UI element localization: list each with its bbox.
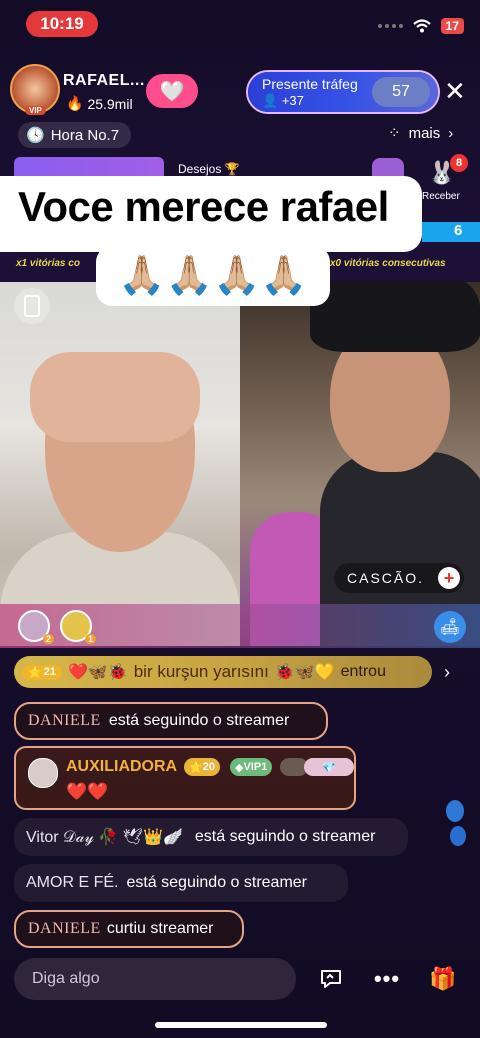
chat-user: AMOR E FÉ.	[26, 874, 119, 891]
diamond-icon: 💎	[304, 758, 354, 776]
vip-badge: VIP	[25, 106, 46, 115]
guest-avatar-2[interactable]: 1	[60, 610, 96, 644]
viewer-icon: 👤	[262, 93, 282, 108]
caption-text: Voce merece rafael	[18, 183, 389, 230]
grid-dots-icon: ⁘	[388, 125, 401, 142]
host-fans: 🔥 25.9mil	[66, 95, 133, 112]
video-left-host[interactable]	[0, 282, 240, 646]
follow-button[interactable]: 🤍	[146, 74, 198, 108]
comment-input[interactable]: Diga algo	[14, 958, 296, 1000]
flame-icon: 🔥	[66, 95, 84, 111]
traffic-title: Presente tráfeg	[262, 76, 358, 92]
chevron-right-icon: ›	[448, 124, 454, 142]
cellular-icon	[377, 24, 403, 28]
status-time: 10:19	[26, 11, 98, 37]
entry-banner[interactable]: ⭐ 21 ❤️🦋🐞 bir kurşun yarısını 🐞🦋💛 entrou	[14, 656, 432, 688]
gift-icon[interactable]: 🎁	[424, 960, 462, 998]
close-icon[interactable]: ✕	[444, 76, 466, 107]
receber-badge: 8	[450, 154, 468, 172]
chat-text: está seguindo o streamer	[194, 828, 376, 845]
balloon-icon	[450, 826, 466, 846]
vip-icon: ◆	[235, 761, 244, 774]
wins-right: x0 vitórias consecutivas	[330, 258, 446, 269]
screen-toggle-button[interactable]	[14, 288, 50, 324]
wins-left: x1 vitórias co	[16, 258, 80, 269]
home-indicator[interactable]	[155, 1022, 327, 1028]
chat-user: Vitor 𝒟𝒶𝓎 🥀 🕊👑🪽	[26, 829, 183, 846]
wifi-icon	[412, 19, 431, 33]
chat-message-1[interactable]: DANIELE está seguindo o streamer	[14, 702, 328, 740]
share-icon[interactable]	[312, 960, 350, 998]
chat-text: está seguindo o streamer	[126, 874, 307, 891]
chat-user: DANIELE	[28, 920, 101, 937]
battery-indicator: 17	[440, 18, 464, 34]
status-icons: 17	[377, 18, 464, 34]
crown-icon: ⭐	[28, 666, 42, 679]
traffic-delta: 👤 +37	[262, 93, 304, 108]
opponent-tag[interactable]: CASCÃO. +	[334, 563, 464, 593]
chat-message-2[interactable]: AUXILIADORA ⭐ 20 ◆ VIP1 💎 ❤️❤️	[14, 746, 356, 810]
more-label: mais	[408, 124, 441, 142]
star-icon: ⭐	[189, 761, 203, 774]
chat-user: DANIELE	[28, 712, 101, 729]
opponent-name: CASCÃO.	[347, 570, 425, 586]
guest-badge-2: 1	[84, 634, 96, 644]
entry-emoji-after: 🐞🦋💛	[274, 664, 335, 681]
chat-hearts: ❤️❤️	[66, 782, 109, 801]
chevron-right-icon[interactable]: ›	[444, 662, 450, 683]
desejos-label[interactable]: Desejos 🏆	[178, 162, 240, 176]
chat-text: está seguindo o streamer	[108, 712, 290, 729]
pk-right-score: 6	[454, 222, 463, 239]
pk-score-bar	[422, 222, 480, 242]
level-chip: ⭐ 20	[184, 758, 220, 776]
gift-traffic-panel[interactable]: Presente tráfeg 👤 +37 57	[248, 72, 438, 112]
host-name[interactable]: RAFAEL...	[63, 72, 145, 90]
receber-label: Receber	[422, 191, 460, 202]
guest-badge-1: 2	[42, 634, 54, 644]
clock-icon: 🕓	[26, 127, 45, 144]
chat-message-4[interactable]: AMOR E FÉ. está seguindo o streamer	[14, 864, 348, 902]
host-avatar[interactable]: VIP	[10, 64, 60, 115]
balloon-icon	[446, 800, 464, 822]
phone-icon	[24, 295, 40, 317]
chat-text: curtiu streamer	[106, 920, 214, 937]
caption-emoji: 🙏🏼🙏🏼🙏🏼🙏🏼	[96, 246, 330, 306]
entry-suffix: entrou	[340, 663, 386, 680]
guest-avatar-1[interactable]: 2	[18, 610, 54, 644]
entry-user-name: bir kurşun yarısını	[133, 662, 269, 681]
entry-level-badge: ⭐ 21	[22, 664, 62, 680]
chat-user: AUXILIADORA	[66, 758, 178, 775]
sofa-icon[interactable]: 🛋	[434, 611, 466, 643]
avatar[interactable]	[28, 758, 58, 788]
host-fans-count: 25.9mil	[87, 95, 133, 112]
hour-rank-label: Hora No.7	[50, 126, 120, 144]
entry-hearts: ❤️🦋🐞	[67, 664, 128, 681]
follow-plus-icon[interactable]: +	[438, 567, 460, 589]
trophy-icon: 🏆	[224, 162, 240, 176]
winged-heart-icon: 🤍	[159, 80, 185, 103]
traffic-count: 57	[372, 77, 430, 107]
hour-rank-pill[interactable]: 🕓 Hora No.7	[18, 122, 132, 148]
more-button[interactable]: ⁘ mais ›	[388, 124, 454, 143]
chat-message-3[interactable]: Vitor 𝒟𝒶𝓎 🥀 🕊👑🪽 está seguindo o streamer	[14, 818, 408, 856]
vip-chip: ◆ VIP1	[230, 758, 273, 776]
chat-message-5[interactable]: DANIELE curtiu streamer	[14, 910, 244, 948]
more-options-icon[interactable]: •••	[368, 960, 406, 998]
